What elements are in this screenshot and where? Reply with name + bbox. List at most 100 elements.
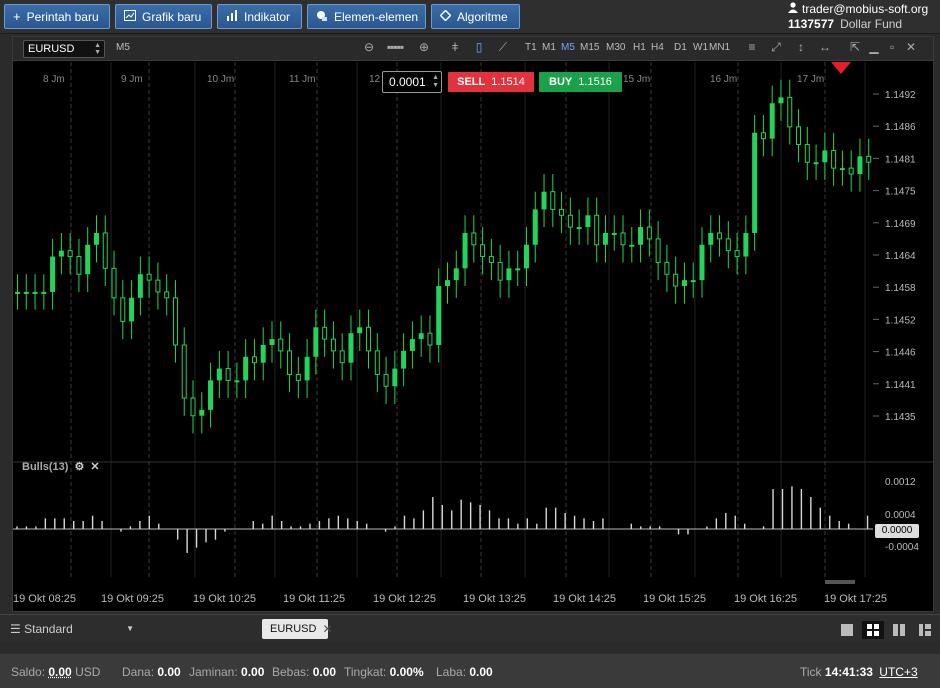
candle-chart-type-icon[interactable]: ▯ (471, 40, 487, 54)
timeframe-d1[interactable]: D1 (674, 42, 687, 53)
tingkat-label: Tingkat: (344, 665, 387, 679)
candle-body (734, 250, 740, 258)
candle-body (137, 274, 143, 298)
detach-window-icon[interactable]: ⇱ (847, 40, 863, 54)
candle-body (743, 232, 749, 257)
candle-body (655, 238, 661, 263)
layout-grid-icon[interactable] (862, 621, 884, 639)
gear-icon[interactable]: ⚙ (74, 460, 84, 473)
candle-body (462, 232, 468, 269)
candle-body (866, 155, 872, 163)
timeframe-h1[interactable]: H1 (633, 42, 646, 53)
candle-body (585, 215, 591, 228)
saldo-value[interactable]: 0.00 (48, 665, 71, 679)
price-tick-label: 1.1492 (885, 90, 916, 101)
maximize-icon[interactable]: ▫ (884, 40, 900, 54)
close-icon[interactable]: ✕ (322, 622, 332, 636)
sell-button[interactable]: SELL 1.1514 (448, 72, 534, 92)
candle-body (427, 332, 433, 346)
chart-window[interactable]: EURUSD ▲ ▼ M5 ⊖ ▪▪▪▪▪ ⊕ ǂ ▯ ⟋ T1 M1 M5 M15 M3… (12, 36, 934, 612)
new-order-button[interactable]: + Perintah baru (4, 4, 110, 29)
candle-body (453, 268, 459, 281)
zoom-slider[interactable]: ▪▪▪▪▪ (379, 40, 411, 54)
grid-settings-icon[interactable]: ≡ (744, 40, 760, 54)
top-axis-label: 17 Jm (797, 74, 824, 85)
price-tick-label: 1.1458 (885, 283, 916, 294)
time-axis-label: 19 Okt 12:25 (373, 593, 436, 605)
buy-button[interactable]: BUY 1.1516 (539, 72, 622, 92)
timezone-select[interactable]: UTC+3 (879, 665, 917, 679)
time-axis-label: 19 Okt 08:25 (13, 593, 76, 605)
layout-single-icon[interactable] (836, 621, 858, 639)
diamond-icon (439, 9, 452, 23)
candle-body (611, 232, 617, 235)
account-number: 1137577 (788, 17, 835, 31)
candle-body (594, 214, 600, 246)
layout-columns-icon[interactable] (888, 621, 910, 639)
symbol-select[interactable]: EURUSD ▲ ▼ (23, 40, 105, 58)
candle-body (93, 232, 99, 245)
elements-button[interactable]: Elemen-elemen (307, 4, 426, 29)
candle-body (146, 273, 152, 281)
candle-body (15, 291, 20, 294)
candle-body (488, 256, 494, 263)
chart-tab[interactable]: EURUSD ✕ (262, 619, 333, 639)
price-tick-label: 1.1452 (885, 315, 916, 326)
elements-icon (316, 10, 328, 24)
timeframe-m15[interactable]: M15 (580, 42, 599, 53)
timeframe-m30[interactable]: M30 (606, 42, 625, 53)
horizontal-resize-icon[interactable]: ↔ (817, 40, 833, 54)
candle-body (50, 256, 56, 292)
candle-body (366, 326, 372, 352)
layout-select[interactable]: ☰ Standard ▼ (10, 622, 134, 636)
account-info[interactable]: trader@mobius-soft.org 1137577 Dollar Fu… (788, 1, 934, 32)
candle-body (506, 268, 512, 281)
timeframe-m5[interactable]: M5 (561, 42, 575, 53)
candle-body (67, 250, 73, 258)
candle-body (848, 167, 854, 175)
line-chart-type-icon[interactable]: ⟋ (495, 40, 511, 55)
zoom-in-icon[interactable]: ⊕ (416, 40, 432, 54)
algorithm-button[interactable]: Algoritme (431, 4, 520, 29)
expand-diagonal-icon[interactable]: ⤢ (768, 40, 784, 55)
candle-body (418, 333, 424, 340)
candle-body (23, 291, 29, 294)
tick-label: Tick (800, 665, 822, 679)
currency-label: USD (75, 665, 101, 679)
indicator-current-value: 0.0000 (875, 524, 919, 538)
minimize-icon[interactable]: ▁ (866, 40, 882, 54)
candle-body (567, 214, 573, 228)
close-icon[interactable]: ✕ (903, 40, 919, 54)
timeframe-h4[interactable]: H4 (651, 42, 664, 53)
candle-body (638, 227, 644, 245)
bar-chart-type-icon[interactable]: ǂ (447, 40, 463, 54)
new-chart-button[interactable]: Grafik baru (115, 4, 212, 29)
vertical-resize-icon[interactable]: ↕ (793, 40, 809, 54)
candle-body (471, 232, 477, 246)
timeframe-mn1[interactable]: MN1 (709, 42, 730, 53)
zoom-out-icon[interactable]: ⊖ (361, 40, 377, 54)
candle-body (778, 97, 784, 104)
symbol-value: EURUSD (28, 43, 75, 55)
time-axis-label: 19 Okt 14:25 (553, 593, 616, 605)
server-time: 14:41:33 (824, 665, 873, 679)
saldo-group: Saldo: 0.00 USD (11, 665, 100, 679)
candle-body (374, 350, 380, 375)
candle-body (752, 132, 758, 233)
timeframe-t1[interactable]: T1 (525, 42, 537, 53)
layout-rows-icon[interactable] (914, 621, 936, 639)
close-icon[interactable]: ✕ (90, 460, 99, 473)
price-chart[interactable]: 8 Jm9 Jm10 Jm11 Jm12 Jm13 Jm14 Jm15 Jm16… (13, 62, 933, 587)
candle-body (58, 250, 64, 257)
current-candle-marker-icon (831, 62, 851, 74)
chart-scrollbar[interactable] (825, 580, 855, 584)
quantity-input[interactable]: 0.0001 ▲ ▼ (382, 71, 442, 93)
timeframe-label: M5 (116, 42, 130, 53)
candle-body (120, 297, 126, 322)
candle-body (102, 232, 108, 269)
indicator-button[interactable]: Indikator (217, 4, 302, 29)
candle-body (304, 356, 310, 381)
timeframe-w1[interactable]: W1 (693, 42, 708, 53)
candle-body (199, 409, 205, 416)
timeframe-m1[interactable]: M1 (542, 42, 556, 53)
